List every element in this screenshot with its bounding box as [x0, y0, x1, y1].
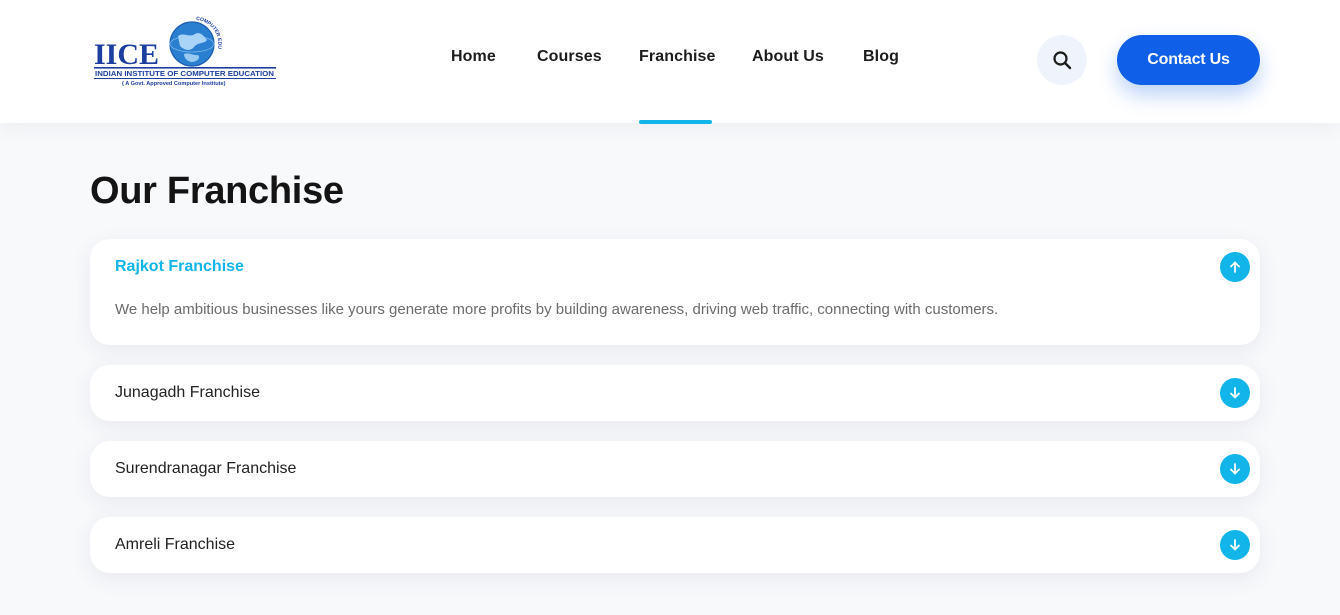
accordion-item-amreli: Amreli Franchise: [90, 517, 1260, 573]
accordion-toggle[interactable]: [1220, 378, 1250, 408]
accordion-title: Rajkot Franchise: [115, 258, 244, 275]
active-nav-indicator: [639, 120, 712, 124]
iice-logo-graphic: COMPUTER EDUCATION IICE INDIAN INSTITUTE…: [94, 14, 276, 87]
nav-about-us[interactable]: About Us: [752, 48, 824, 66]
accordion-title: Amreli Franchise: [115, 536, 236, 553]
arrow-down-icon: [1230, 387, 1240, 399]
accordion-title: Surendranagar Franchise: [115, 460, 297, 477]
accordion-header[interactable]: Surendranagar Franchise: [90, 441, 1260, 497]
logo-wordmark: IICE: [94, 38, 159, 71]
accordion-item-surendranagar: Surendranagar Franchise: [90, 441, 1260, 497]
accordion-header[interactable]: Amreli Franchise: [90, 517, 1260, 573]
nav-home[interactable]: Home: [451, 48, 496, 66]
accordion-toggle[interactable]: [1220, 252, 1250, 282]
page-title: Our Franchise: [90, 170, 344, 212]
site-header: COMPUTER EDUCATION IICE INDIAN INSTITUTE…: [0, 0, 1340, 123]
site-logo[interactable]: COMPUTER EDUCATION IICE INDIAN INSTITUTE…: [94, 14, 276, 90]
nav-courses[interactable]: Courses: [537, 48, 602, 66]
arrow-down-icon: [1230, 463, 1240, 475]
logo-tagline: ( A Govt. Approved Computer Institute): [122, 81, 226, 87]
search-button[interactable]: [1037, 35, 1087, 85]
arrow-up-icon: [1230, 261, 1240, 273]
arrow-down-icon: [1230, 539, 1240, 551]
nav-franchise[interactable]: Franchise: [639, 48, 716, 66]
search-icon: [1053, 51, 1072, 70]
accordion-item-rajkot: Rajkot Franchise We help ambitious busin…: [90, 239, 1260, 345]
accordion-body: We help ambitious businesses like yours …: [115, 301, 999, 318]
logo-institute-name: INDIAN INSTITUTE OF COMPUTER EDUCATION: [95, 69, 274, 78]
accordion-item-junagadh: Junagadh Franchise: [90, 365, 1260, 421]
accordion-title: Junagadh Franchise: [115, 384, 260, 401]
accordion-header[interactable]: Junagadh Franchise: [90, 365, 1260, 421]
accordion-toggle[interactable]: [1220, 454, 1250, 484]
accordion-header[interactable]: Rajkot Franchise: [90, 239, 1260, 295]
contact-us-button[interactable]: Contact Us: [1117, 35, 1260, 85]
accordion-toggle[interactable]: [1220, 530, 1250, 560]
nav-blog[interactable]: Blog: [863, 48, 899, 66]
